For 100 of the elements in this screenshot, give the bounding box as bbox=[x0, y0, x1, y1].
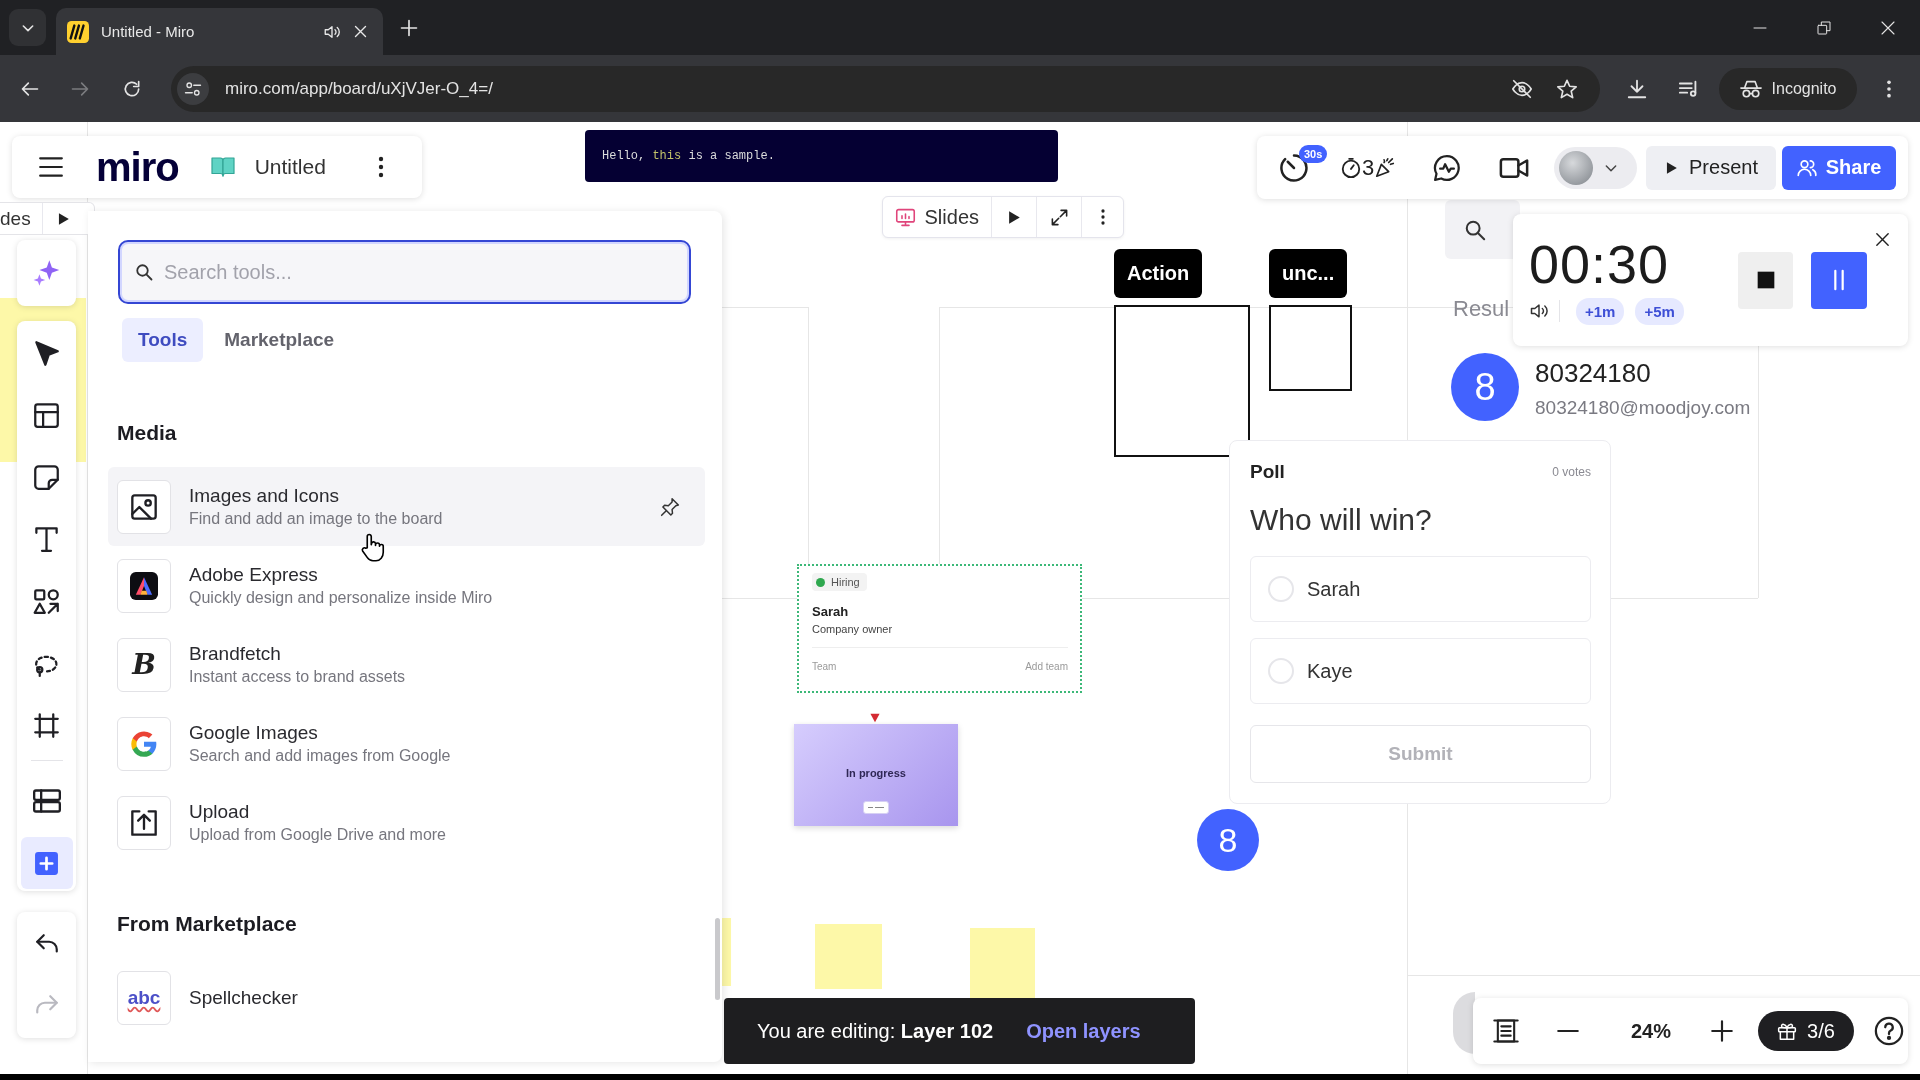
item-description: Instant access to brand assets bbox=[189, 666, 406, 687]
plus-icon[interactable] bbox=[399, 18, 419, 38]
people-icon bbox=[1796, 157, 1817, 178]
search-field[interactable]: Search tools... bbox=[118, 240, 691, 304]
gift-icon bbox=[1777, 1021, 1798, 1041]
poll-title: Poll bbox=[1250, 461, 1285, 483]
label-tag: Action bbox=[1114, 249, 1203, 298]
card-label: In progress bbox=[846, 767, 906, 779]
tool-list-item[interactable]: Images and Icons Find and add an image to the board bbox=[108, 467, 705, 546]
present-button[interactable]: Present bbox=[1646, 145, 1776, 190]
share-button[interactable]: Share bbox=[1782, 145, 1896, 190]
stop-button[interactable] bbox=[1738, 251, 1793, 309]
search-icon bbox=[135, 263, 153, 281]
ai-button[interactable] bbox=[17, 240, 76, 306]
status-label: Hiring bbox=[831, 576, 860, 588]
pause-button[interactable] bbox=[1811, 251, 1867, 309]
item-title: Adobe Express bbox=[189, 562, 319, 587]
menu-icon[interactable] bbox=[38, 154, 64, 180]
zoom-level[interactable]: 24% bbox=[1616, 1019, 1686, 1043]
item-title: Spellchecker bbox=[189, 985, 298, 1010]
radio-button[interactable] bbox=[1268, 576, 1294, 602]
upload-icon bbox=[117, 795, 171, 850]
restore-icon[interactable] bbox=[1816, 19, 1832, 36]
vote-count: 0 votes bbox=[1552, 465, 1591, 479]
search-field[interactable] bbox=[1445, 200, 1520, 259]
board-title[interactable]: Untitled bbox=[254, 155, 326, 179]
label-tag: unc... bbox=[1269, 249, 1348, 298]
item-title: Brandfetch bbox=[189, 641, 282, 666]
pin-icon[interactable] bbox=[660, 496, 680, 517]
table-icon bbox=[32, 787, 61, 815]
search-icon bbox=[1464, 218, 1486, 241]
site-info-button[interactable] bbox=[177, 72, 209, 105]
user-menu-button[interactable] bbox=[1554, 146, 1637, 189]
close-icon[interactable] bbox=[353, 24, 368, 39]
chat-icon[interactable] bbox=[1432, 152, 1462, 183]
results-heading: Resul bbox=[1453, 296, 1510, 322]
fit-to-screen-icon[interactable] bbox=[1492, 1017, 1520, 1045]
play-icon bbox=[1664, 160, 1679, 175]
book-icon bbox=[210, 155, 235, 179]
person-role: Company owner bbox=[812, 623, 894, 635]
plus-icon bbox=[34, 850, 59, 876]
address-bar[interactable]: miro.com/app/board/uXjVJer-O_4=/ bbox=[171, 65, 1600, 112]
item-title: Upload bbox=[189, 799, 251, 824]
open-layers-link[interactable]: Open layers bbox=[1026, 1019, 1141, 1043]
user-email: 80324180@moodjoy.com bbox=[1535, 397, 1751, 419]
add-time-button[interactable]: +5m bbox=[1635, 297, 1684, 325]
profile-button[interactable]: Incognito bbox=[1719, 67, 1857, 110]
poll-option[interactable]: Sarah bbox=[1250, 556, 1591, 622]
sticky-note bbox=[815, 924, 882, 989]
play-icon[interactable] bbox=[1006, 209, 1022, 225]
tool-list-item[interactable]: B Brandfetch Instant access to brand assets bbox=[108, 625, 705, 704]
cursor-icon bbox=[33, 339, 60, 367]
browser-tab[interactable]: Untitled - Miro bbox=[56, 8, 383, 55]
tool-list-item[interactable]: Google Images Search and add images from Google bbox=[108, 704, 705, 783]
shapes-icon bbox=[33, 587, 60, 615]
countdown-button[interactable]: 3 bbox=[1340, 152, 1400, 183]
play-icon[interactable] bbox=[56, 211, 70, 226]
scrollbar-thumb[interactable] bbox=[715, 918, 720, 1000]
avatar-circle: 8 bbox=[1451, 353, 1519, 421]
panel-tab[interactable]: Tools bbox=[122, 318, 204, 362]
help-icon[interactable] bbox=[1874, 1016, 1904, 1046]
poll-question: Who will win? bbox=[1250, 502, 1433, 538]
google-logo-icon bbox=[117, 716, 171, 771]
stopwatch-icon bbox=[1340, 156, 1362, 179]
tag-chip-icon bbox=[863, 801, 889, 814]
tool-list-item[interactable]: Upload Upload from Google Drive and more bbox=[108, 783, 705, 862]
sparkle-icon bbox=[32, 259, 61, 287]
person-name: Sarah bbox=[812, 604, 850, 619]
avatar-circle bbox=[1559, 150, 1593, 185]
code-snippet: Hello, this is a sample. bbox=[602, 149, 775, 163]
sticky-note-icon bbox=[33, 463, 60, 491]
section-heading: From Marketplace bbox=[117, 911, 298, 937]
tool-list-item[interactable]: Adobe Express Quickly design and personalize inside Miro bbox=[108, 546, 705, 625]
expand-icon[interactable] bbox=[1049, 207, 1069, 227]
add-time-button[interactable]: +1m bbox=[1576, 297, 1625, 325]
timer-display: 00:30 bbox=[1529, 235, 1671, 292]
app-logo[interactable]: miro bbox=[96, 147, 179, 187]
poll-option[interactable]: Kaye bbox=[1250, 638, 1591, 704]
favicon-icon bbox=[67, 20, 89, 43]
panel-tab[interactable]: Marketplace bbox=[208, 318, 351, 362]
item-description: Quickly design and personalize inside Miro bbox=[189, 587, 493, 608]
download-icon[interactable] bbox=[1626, 77, 1648, 100]
gift-button[interactable]: 3/6 bbox=[1758, 1011, 1854, 1051]
sticky-note bbox=[970, 928, 1035, 1000]
editing-status-text: You are editing: Layer 102 bbox=[757, 1019, 994, 1043]
stop-icon bbox=[1755, 270, 1776, 290]
user-name: 80324180 bbox=[1535, 358, 1651, 389]
tab-search-button[interactable] bbox=[9, 9, 46, 46]
zoom-in-icon[interactable] bbox=[1709, 1018, 1735, 1044]
tune-icon bbox=[184, 79, 202, 98]
adobe-express-logo-icon bbox=[117, 558, 171, 613]
radio-button[interactable] bbox=[1268, 658, 1294, 684]
avatar-circle: 8 bbox=[1197, 809, 1259, 871]
star-icon[interactable] bbox=[1556, 77, 1578, 100]
close-icon[interactable] bbox=[1874, 231, 1891, 248]
eye-slash-icon[interactable] bbox=[1511, 77, 1533, 100]
tool-list-item[interactable]: abc Spellchecker bbox=[108, 958, 705, 1037]
status-dot bbox=[816, 577, 825, 587]
reload-icon[interactable] bbox=[122, 78, 142, 99]
app-logo: abc bbox=[117, 970, 171, 1025]
